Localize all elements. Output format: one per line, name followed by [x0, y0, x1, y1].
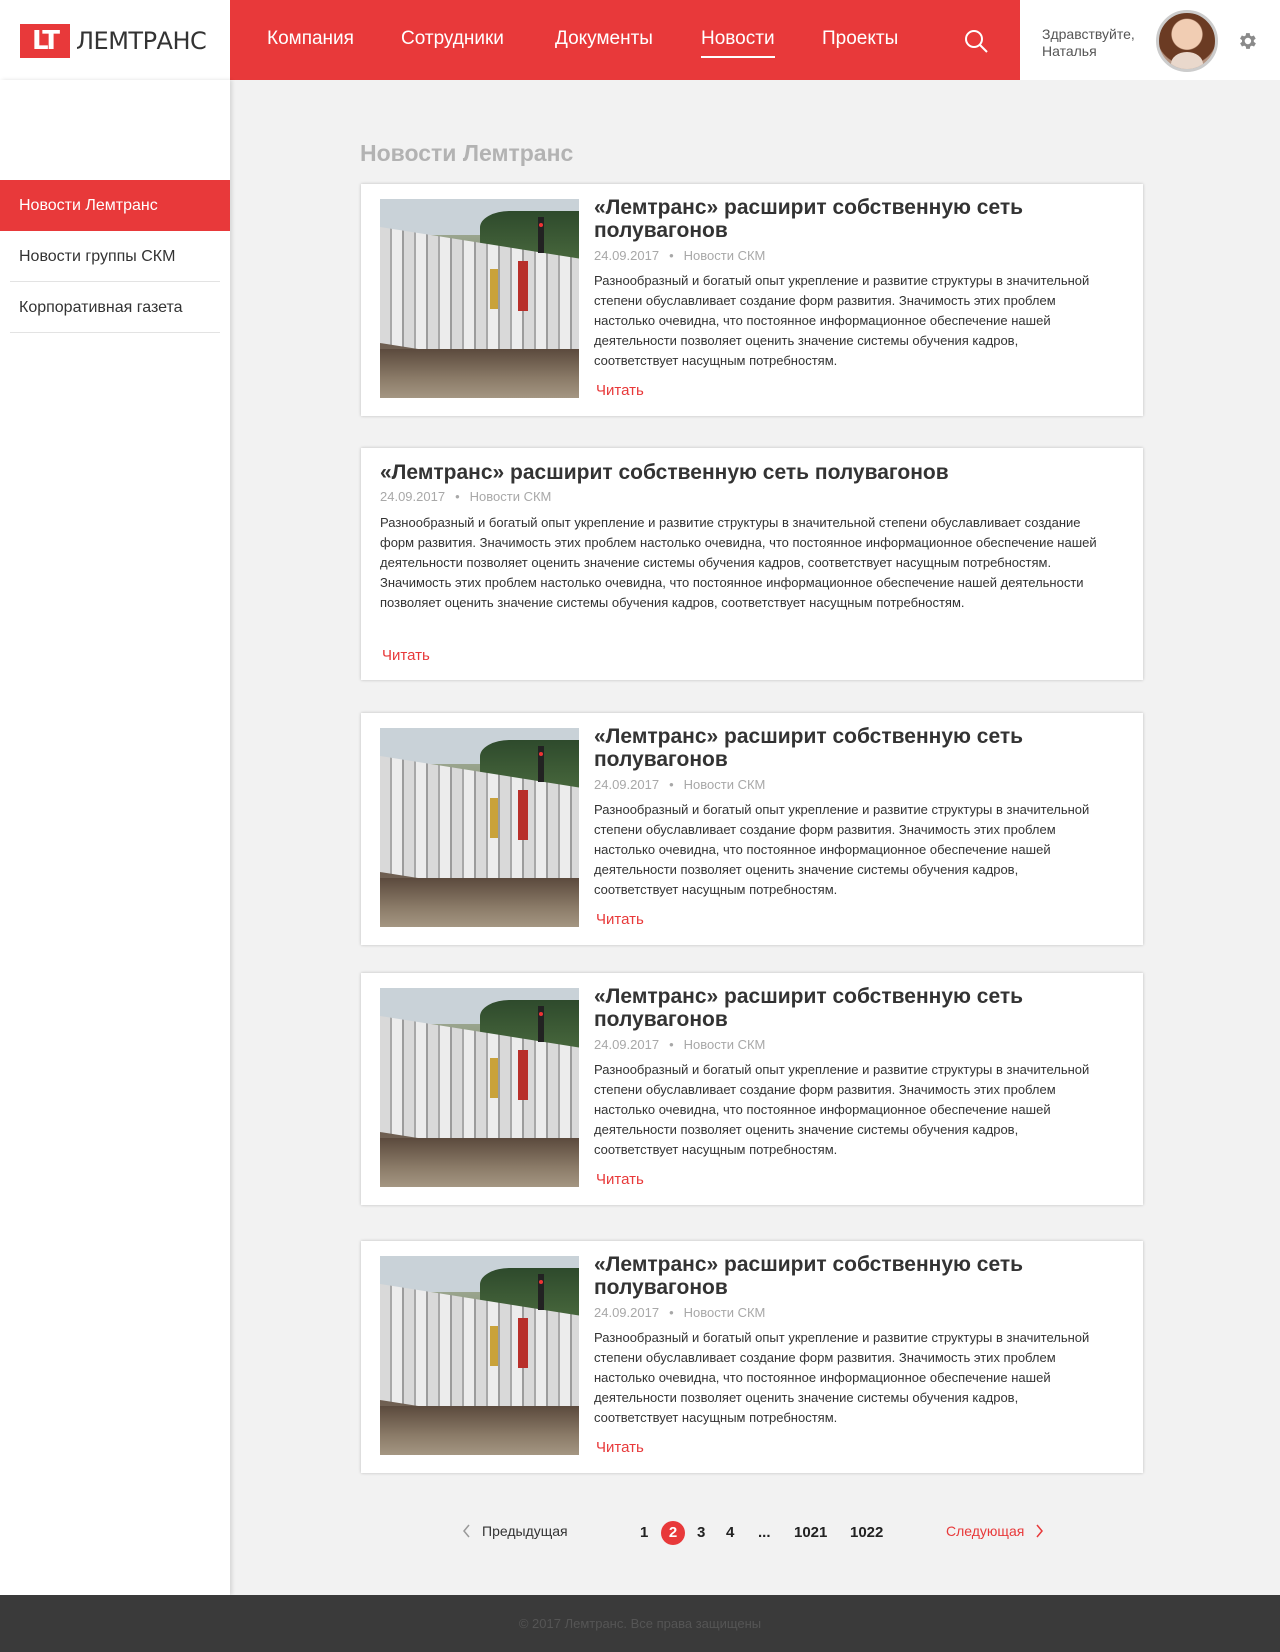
- logo-mark: LT: [20, 24, 70, 58]
- search-icon[interactable]: [963, 28, 989, 54]
- page-number[interactable]: 4: [726, 1524, 734, 1541]
- news-card: «Лемтранс» расширит собственную сеть пол…: [361, 973, 1143, 1205]
- page-number[interactable]: 3: [697, 1524, 705, 1541]
- news-category[interactable]: Новости СКМ: [684, 248, 766, 263]
- news-thumbnail[interactable]: [380, 199, 579, 398]
- news-date: 24.09.2017: [594, 1305, 660, 1320]
- main-nav: Компания Сотрудники Документы Новости Пр…: [230, 0, 1020, 80]
- news-date: 24.09.2017: [594, 248, 660, 263]
- news-category[interactable]: Новости СКМ: [684, 777, 766, 792]
- news-category[interactable]: Новости СКМ: [470, 489, 552, 504]
- page-number[interactable]: 1021: [794, 1524, 827, 1541]
- page-number-current[interactable]: 2: [661, 1521, 685, 1545]
- logo-text: ЛЕМТРАНС: [76, 27, 207, 55]
- nav-item-news[interactable]: Новости: [701, 28, 775, 58]
- news-thumbnail[interactable]: [380, 988, 579, 1187]
- news-excerpt: Разнообразный и богатый опыт укрепление …: [594, 802, 1090, 897]
- nav-item-company[interactable]: Компания: [267, 28, 354, 50]
- page-title: Новости Лемтранс: [360, 140, 574, 166]
- chevron-right-icon: [1036, 1524, 1044, 1538]
- meta-separator: •: [669, 1305, 674, 1320]
- meta-separator: •: [669, 248, 674, 263]
- sidebar: Новости Лемтранс Новости группы СКМ Корп…: [0, 80, 230, 1595]
- read-more-link[interactable]: Читать: [596, 382, 644, 399]
- news-category[interactable]: Новости СКМ: [684, 1305, 766, 1320]
- read-more-link[interactable]: Читать: [596, 1439, 644, 1456]
- meta-separator: •: [669, 777, 674, 792]
- nav-item-employees[interactable]: Сотрудники: [401, 28, 504, 50]
- news-excerpt: Разнообразный и богатый опыт укрепление …: [380, 515, 1097, 610]
- prev-page-link[interactable]: Предыдущая: [462, 1523, 568, 1539]
- news-date: 24.09.2017: [594, 1037, 660, 1052]
- footer: © 2017 Лемтранс. Все права защищены: [0, 1595, 1280, 1652]
- next-page-label: Следующая: [946, 1523, 1025, 1539]
- read-more-link[interactable]: Читать: [596, 1171, 644, 1188]
- greeting-user-name: Наталья: [1042, 43, 1097, 59]
- header: LT ЛЕМТРАНС Компания Сотрудники Документ…: [0, 0, 1280, 80]
- news-card: «Лемтранс» расширит собственную сеть пол…: [361, 1241, 1143, 1473]
- news-title[interactable]: «Лемтранс» расширит собственную сеть пол…: [594, 725, 1074, 771]
- news-category[interactable]: Новости СКМ: [684, 1037, 766, 1052]
- news-thumbnail[interactable]: [380, 1256, 579, 1455]
- news-thumbnail[interactable]: [380, 728, 579, 927]
- sidebar-item-skm-news[interactable]: Новости группы СКМ: [10, 231, 220, 282]
- news-card: «Лемтранс» расширит собственную сеть пол…: [361, 184, 1143, 416]
- news-card: «Лемтранс» расширит собственную сеть пол…: [361, 448, 1143, 680]
- news-title[interactable]: «Лемтранс» расширит собственную сеть пол…: [594, 196, 1074, 242]
- sidebar-item-lemtrans-news[interactable]: Новости Лемтранс: [0, 180, 230, 231]
- copyright-text: © 2017 Лемтранс. Все права защищены: [518, 1616, 762, 1631]
- nav-item-documents[interactable]: Документы: [555, 28, 653, 50]
- avatar[interactable]: [1156, 10, 1218, 72]
- news-title[interactable]: «Лемтранс» расширит собственную сеть пол…: [594, 985, 1074, 1031]
- user-greeting: Здравствуйте, Наталья: [1042, 26, 1152, 60]
- page-ellipsis: ...: [758, 1524, 771, 1541]
- news-date: 24.09.2017: [594, 777, 660, 792]
- chevron-left-icon: [463, 1524, 470, 1538]
- nav-item-projects[interactable]: Проекты: [822, 28, 898, 50]
- page-number[interactable]: 1022: [850, 1524, 883, 1541]
- logo[interactable]: LT ЛЕМТРАНС: [20, 24, 207, 58]
- meta-separator: •: [669, 1037, 674, 1052]
- next-page-link[interactable]: Следующая: [946, 1523, 1044, 1539]
- news-excerpt: Разнообразный и богатый опыт укрепление …: [594, 1330, 1090, 1425]
- gear-icon[interactable]: [1236, 30, 1258, 52]
- news-title[interactable]: «Лемтранс» расширит собственную сеть пол…: [380, 461, 1120, 484]
- news-meta: 24.09.2017 • Новости СКМ: [594, 1305, 765, 1320]
- news-date: 24.09.2017: [380, 489, 446, 504]
- read-more-link[interactable]: Читать: [596, 911, 644, 928]
- news-meta: 24.09.2017 • Новости СКМ: [594, 1037, 765, 1052]
- read-more-link[interactable]: Читать: [382, 647, 430, 664]
- news-card: «Лемтранс» расширит собственную сеть пол…: [361, 713, 1143, 945]
- page-number[interactable]: 1: [640, 1524, 648, 1541]
- news-meta: 24.09.2017 • Новости СКМ: [594, 777, 765, 792]
- news-title[interactable]: «Лемтранс» расширит собственную сеть пол…: [594, 1253, 1074, 1299]
- news-meta: 24.09.2017 • Новости СКМ: [380, 489, 551, 504]
- greeting-line1: Здравствуйте,: [1042, 26, 1135, 42]
- news-meta: 24.09.2017 • Новости СКМ: [594, 248, 765, 263]
- sidebar-item-corporate-newspaper[interactable]: Корпоративная газета: [10, 282, 220, 333]
- prev-page-label: Предыдущая: [482, 1523, 568, 1539]
- news-excerpt: Разнообразный и богатый опыт укрепление …: [594, 1062, 1090, 1157]
- news-excerpt: Разнообразный и богатый опыт укрепление …: [594, 273, 1090, 368]
- meta-separator: •: [455, 489, 460, 504]
